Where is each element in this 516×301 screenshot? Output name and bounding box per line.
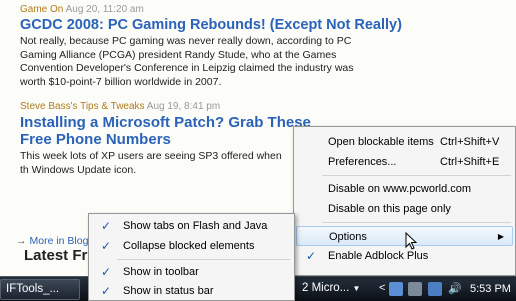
chevron-left-icon[interactable]: < [379, 282, 385, 294]
menu-item-show-tabs[interactable]: ✓ Show tabs on Flash and Java [89, 216, 294, 236]
menu-item-label: Collapse blocked elements [123, 240, 255, 252]
menu-item-show-statusbar[interactable]: ✓ Show in status bar [89, 281, 294, 301]
menu-separator [322, 175, 511, 176]
menu-item-collapse-blocked[interactable]: ✓ Collapse blocked elements [89, 236, 294, 256]
entry-headline-link[interactable]: GCDC 2008: PC Gaming Rebounds! (Except N… [20, 17, 490, 33]
menu-item-label: Options [329, 231, 367, 243]
entry-meta: Steve Bass's Tips & Tweaks Aug 19, 8:41 … [20, 101, 490, 112]
entry-source[interactable]: Steve Bass's Tips & Tweaks [20, 101, 145, 112]
menu-item-label: Show in status bar [123, 285, 214, 297]
feed-entry: Game On Aug 20, 11:20 am GCDC 2008: PC G… [20, 4, 490, 89]
entry-blurb: This week lots of XP users are seeing SP… [20, 150, 282, 176]
network-icon[interactable] [389, 282, 403, 296]
menu-item-shortcut: Ctrl+Shift+E [440, 156, 500, 168]
tray-icon[interactable] [408, 282, 422, 296]
mouse-cursor-icon [405, 232, 417, 250]
taskbar-button-label: IFTools_... [6, 283, 60, 295]
menu-item-disable-site[interactable]: Disable on www.pcworld.com [294, 179, 515, 199]
menu-item-label: Show tabs on Flash and Java [123, 220, 268, 232]
menu-item-show-toolbar[interactable]: ✓ Show in toolbar [89, 262, 294, 282]
entry-date: Aug 19, 8:41 pm [146, 101, 221, 112]
checkmark-icon: ✓ [101, 239, 112, 253]
checkmark-icon: ✓ [101, 284, 112, 298]
menu-item-shortcut: Ctrl+Shift+V [440, 136, 500, 148]
menu-item-disable-page[interactable]: Disable on this page only [294, 199, 515, 219]
entry-source[interactable]: Game On [20, 4, 63, 15]
checkmark-icon: ✓ [101, 219, 112, 233]
menu-separator [117, 259, 290, 260]
entry-date: Aug 20, 11:20 am [65, 4, 144, 15]
taskbar-button-iftools[interactable]: IFTools_... [0, 279, 80, 300]
volume-icon[interactable]: 🔊 [448, 282, 462, 295]
menu-separator [322, 222, 511, 223]
submenu-arrow-icon: ▶ [497, 232, 504, 241]
menu-item-open-blockable[interactable]: Open blockable items Ctrl+Shift+V [294, 132, 515, 152]
arrow-right-icon: → [16, 235, 27, 247]
entry-meta: Game On Aug 20, 11:20 am [20, 4, 490, 15]
menu-item-label: Disable on www.pcworld.com [328, 183, 472, 195]
browser-page: Game On Aug 20, 11:20 am GCDC 2008: PC G… [0, 0, 516, 301]
taskbar-button-micro[interactable]: 2 Micro... ▼ [297, 279, 375, 300]
checkmark-icon: ✓ [306, 249, 317, 263]
menu-item-preferences[interactable]: Preferences... Ctrl+Shift+E [294, 152, 515, 172]
adblock-context-menu: Open blockable items Ctrl+Shift+V Prefer… [293, 126, 516, 276]
update-icon[interactable] [428, 282, 442, 296]
more-in-blogs: → More in Blogs [16, 235, 94, 247]
menu-item-label: Show in toolbar [123, 266, 199, 278]
menu-item-label: Open blockable items [328, 136, 434, 148]
clock[interactable]: 5:53 PM [470, 283, 511, 295]
taskbar-button-label: 2 Micro... [302, 282, 350, 294]
options-submenu: ✓ Show tabs on Flash and Java ✓ Collapse… [88, 213, 295, 301]
entry-blurb: Not really, because PC gaming was never … [20, 35, 354, 88]
menu-item-label: Preferences... [328, 156, 397, 168]
more-in-blogs-link[interactable]: More in Blogs [30, 235, 94, 247]
chevron-down-icon: ▼ [352, 284, 361, 293]
latest-heading: Latest Fro [24, 247, 97, 264]
checkmark-icon: ✓ [101, 265, 112, 279]
menu-item-label: Disable on this page only [328, 203, 451, 215]
entry-headline-link[interactable]: Installing a Microsoft Patch? Grab These… [20, 114, 320, 148]
